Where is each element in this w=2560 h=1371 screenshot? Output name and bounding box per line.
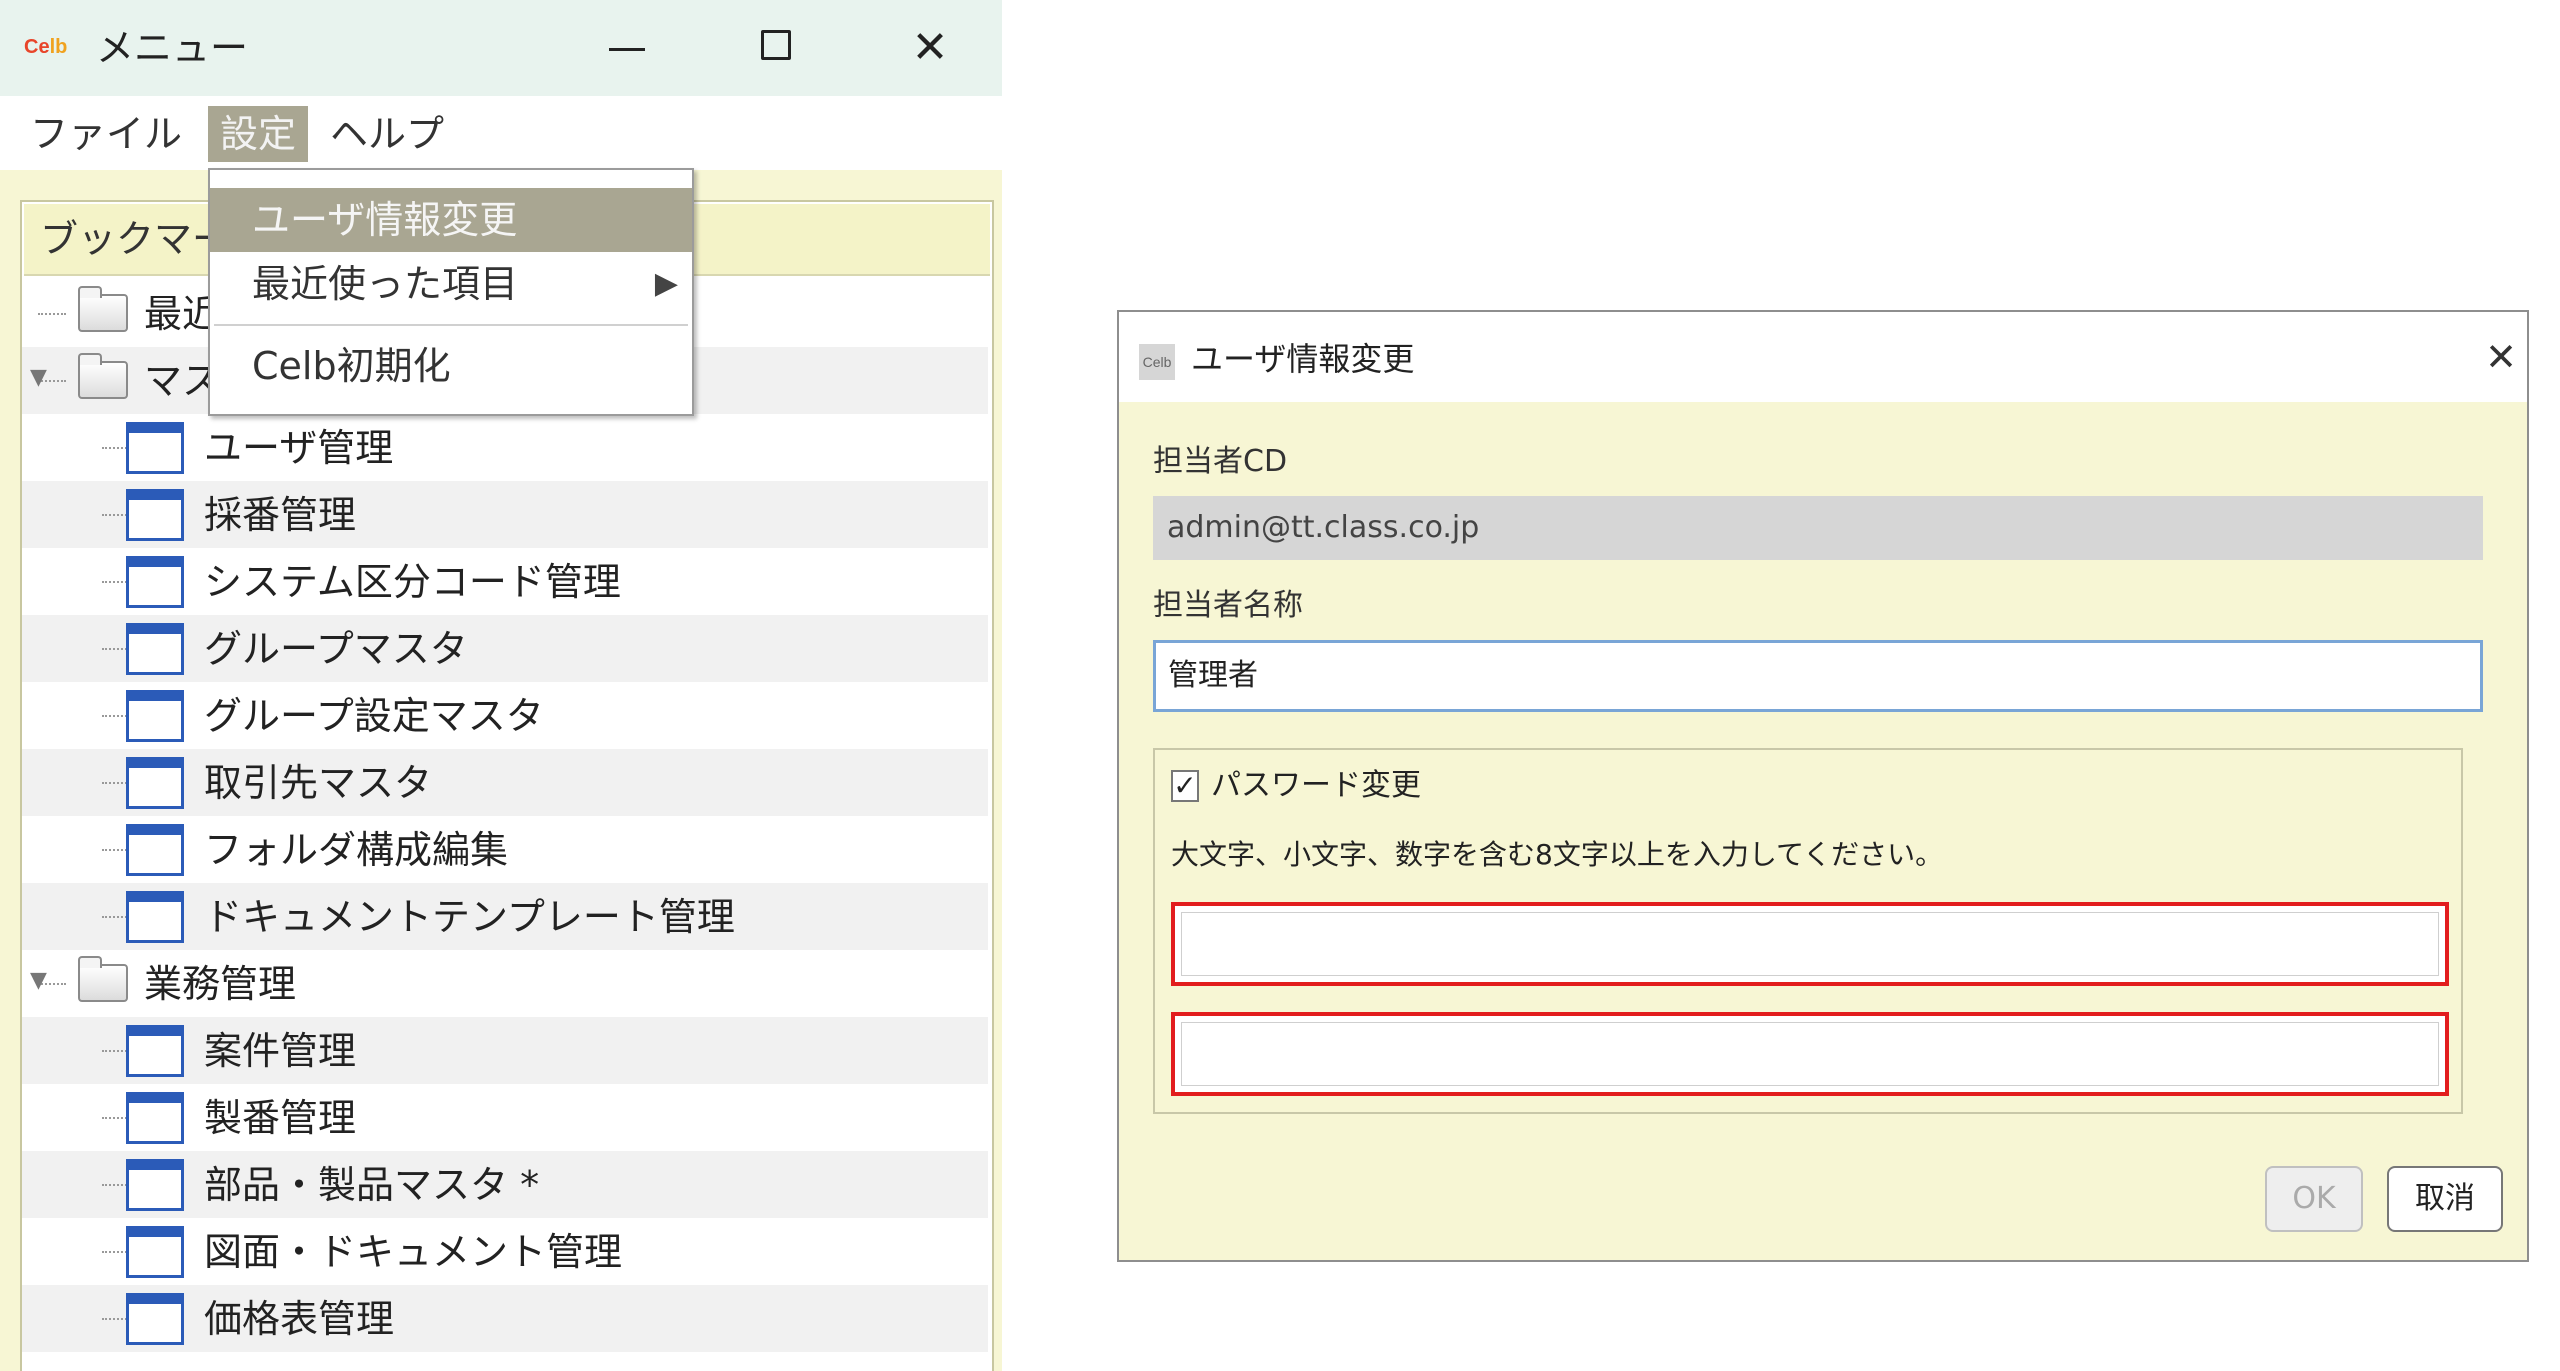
password-change-label[interactable]: パスワード変更 xyxy=(1211,764,1421,808)
menubar: ファイル 設定 ヘルプ xyxy=(0,96,1002,170)
menu-item-user-info-change[interactable]: ユーザ情報変更 xyxy=(210,188,692,252)
new-password-input[interactable] xyxy=(1181,912,2439,976)
screen-window-icon xyxy=(126,690,184,742)
menu-file[interactable]: ファイル xyxy=(18,106,194,162)
tree-item[interactable]: 部品・製品マスタ * xyxy=(22,1151,988,1218)
screen-window-icon xyxy=(126,556,184,608)
password-change-group: ✓ パスワード変更 大文字、小文字、数字を含む8文字以上を入力してください。 xyxy=(1153,748,2463,1114)
menu-window-titlebar[interactable]: Celb メニュー ✕ xyxy=(0,0,1002,96)
tree-label: 図面・ドキュメント管理 xyxy=(204,1230,623,1274)
screen-window-icon xyxy=(126,891,184,943)
settings-dropdown: ユーザ情報変更 最近使った項目 ▶ Celb初期化 xyxy=(208,168,694,416)
tree-label: システム区分コード管理 xyxy=(204,560,621,604)
cancel-button[interactable]: 取消 xyxy=(2387,1166,2503,1232)
tree-item[interactable]: ユーザ管理 xyxy=(22,414,988,481)
screen-window-icon xyxy=(126,1159,184,1211)
tree-label: 採番管理 xyxy=(204,493,357,537)
menu-item-label: Celb初期化 xyxy=(252,344,451,388)
expand-toggle-icon[interactable]: ▼ xyxy=(30,365,47,390)
screen-window-icon xyxy=(126,1092,184,1144)
tree-item[interactable]: 価格表管理 xyxy=(22,1285,988,1352)
tree-label: 取引先マスタ xyxy=(204,761,433,805)
tree-item[interactable]: システム区分コード管理 xyxy=(22,548,988,615)
minimize-button[interactable] xyxy=(592,20,662,76)
tree-connector xyxy=(38,313,66,317)
window-title: メニュー xyxy=(96,26,249,70)
submenu-arrow-icon: ▶ xyxy=(654,266,678,301)
screen-window-icon xyxy=(126,757,184,809)
menu-settings[interactable]: 設定 xyxy=(208,106,309,162)
tree-item[interactable]: ドキュメントテンプレート管理 xyxy=(22,883,988,950)
password-hint: 大文字、小文字、数字を含む8文字以上を入力してください。 xyxy=(1171,838,1944,871)
tree-item[interactable]: グループマスタ xyxy=(22,615,988,682)
tree-item[interactable]: 案件管理 xyxy=(22,1017,988,1084)
confirm-password-field-highlight xyxy=(1171,1012,2449,1096)
password-change-checkbox[interactable]: ✓ xyxy=(1171,770,1199,802)
maximize-button[interactable] xyxy=(742,20,812,76)
staff-name-label: 担当者名称 xyxy=(1153,588,1303,623)
menu-item-label: ユーザ情報変更 xyxy=(252,198,518,242)
celb-logo-icon: Celb xyxy=(24,36,68,58)
tree-label: 業務管理 xyxy=(144,962,297,1006)
new-password-field-highlight xyxy=(1171,902,2449,986)
user-info-dialog: Celb ユーザ情報変更 ✕ 担当者CD admin@tt.class.co.j… xyxy=(1117,310,2529,1262)
tree-label: 案件管理 xyxy=(204,1029,357,1073)
confirm-password-input[interactable] xyxy=(1181,1022,2439,1086)
dialog-close-button[interactable]: ✕ xyxy=(2481,334,2521,380)
screen-window-icon xyxy=(126,824,184,876)
tree-label: グループ設定マスタ xyxy=(204,694,544,738)
tree-label: 部品・製品マスタ * xyxy=(204,1163,540,1207)
dialog-title: ユーザ情報変更 xyxy=(1191,340,1415,378)
tree-label: フォルダ構成編集 xyxy=(204,828,509,872)
menu-help[interactable]: ヘルプ xyxy=(318,106,456,162)
ok-button[interactable]: OK xyxy=(2265,1166,2363,1232)
expand-toggle-icon[interactable]: ▼ xyxy=(30,968,47,993)
staff-name-input[interactable]: 管理者 xyxy=(1153,640,2483,712)
tree-label: 製番管理 xyxy=(204,1096,357,1140)
staff-cd-label: 担当者CD xyxy=(1153,444,1288,479)
tree-label: ドキュメントテンプレート管理 xyxy=(204,895,735,939)
screen-window-icon xyxy=(126,489,184,541)
tree-item[interactable]: グループ設定マスタ xyxy=(22,682,988,749)
menu-item-celb-init[interactable]: Celb初期化 xyxy=(210,334,692,398)
celb-logo-icon: Celb xyxy=(1139,344,1175,380)
folder-icon xyxy=(78,286,128,332)
tree-item[interactable]: 採番管理 xyxy=(22,481,988,548)
menu-window: Celb メニュー ✕ ファイル 設定 ヘルプ ブックマーク 最近 ▼ マス ユーザ管… xyxy=(0,0,1002,1371)
staff-cd-field: admin@tt.class.co.jp xyxy=(1153,496,2483,560)
tree-item[interactable]: 図面・ドキュメント管理 xyxy=(22,1218,988,1285)
screen-window-icon xyxy=(126,1025,184,1077)
dialog-titlebar[interactable]: Celb ユーザ情報変更 ✕ xyxy=(1119,312,2527,402)
screen-window-icon xyxy=(126,1226,184,1278)
close-button[interactable]: ✕ xyxy=(895,20,965,76)
tree-item[interactable]: フォルダ構成編集 xyxy=(22,816,988,883)
screen-window-icon xyxy=(126,1293,184,1345)
screen-window-icon xyxy=(126,422,184,474)
tree-label: 価格表管理 xyxy=(204,1297,395,1341)
folder-icon xyxy=(78,353,128,399)
tree-item[interactable]: 取引先マスタ xyxy=(22,749,988,816)
tree-item[interactable]: 製番管理 xyxy=(22,1084,988,1151)
tree-label: ユーザ管理 xyxy=(204,426,394,470)
menu-item-recent-items[interactable]: 最近使った項目 ▶ xyxy=(210,252,692,316)
tree-label: グループマスタ xyxy=(204,627,468,671)
folder-icon xyxy=(78,956,128,1002)
screen-window-icon xyxy=(126,623,184,675)
menu-item-label: 最近使った項目 xyxy=(252,262,519,306)
tree-folder[interactable]: ▼ 業務管理 xyxy=(22,950,988,1017)
menu-separator xyxy=(214,324,688,326)
